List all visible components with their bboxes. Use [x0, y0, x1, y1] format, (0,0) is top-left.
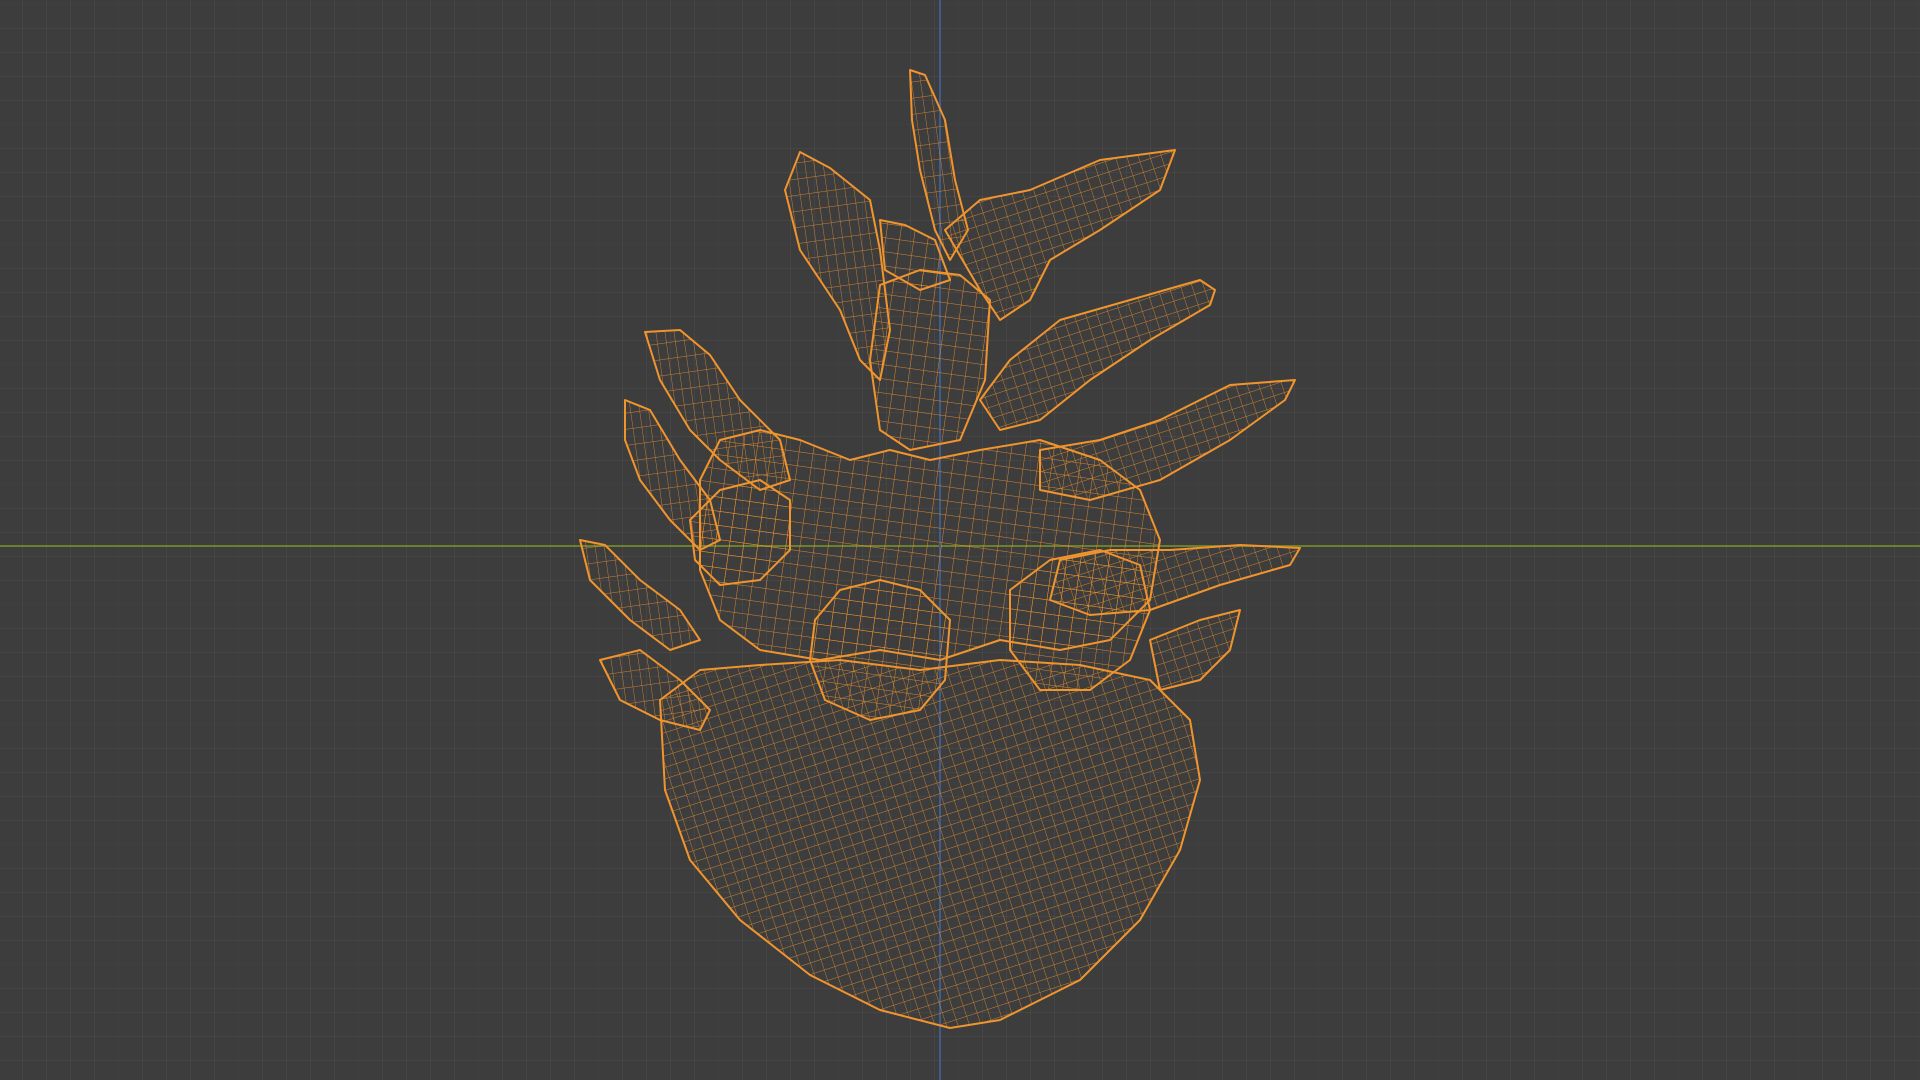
leaf-right-stub — [1149, 609, 1241, 691]
3d-viewport[interactable] — [0, 0, 1920, 1080]
mesh-body — [659, 429, 1201, 1029]
wireframe-mesh[interactable] — [0, 0, 1920, 1080]
leaf-left-low — [579, 539, 701, 651]
body-lower — [659, 659, 1201, 1029]
leaf-center-column — [869, 269, 991, 451]
body-knob-center — [809, 579, 951, 721]
